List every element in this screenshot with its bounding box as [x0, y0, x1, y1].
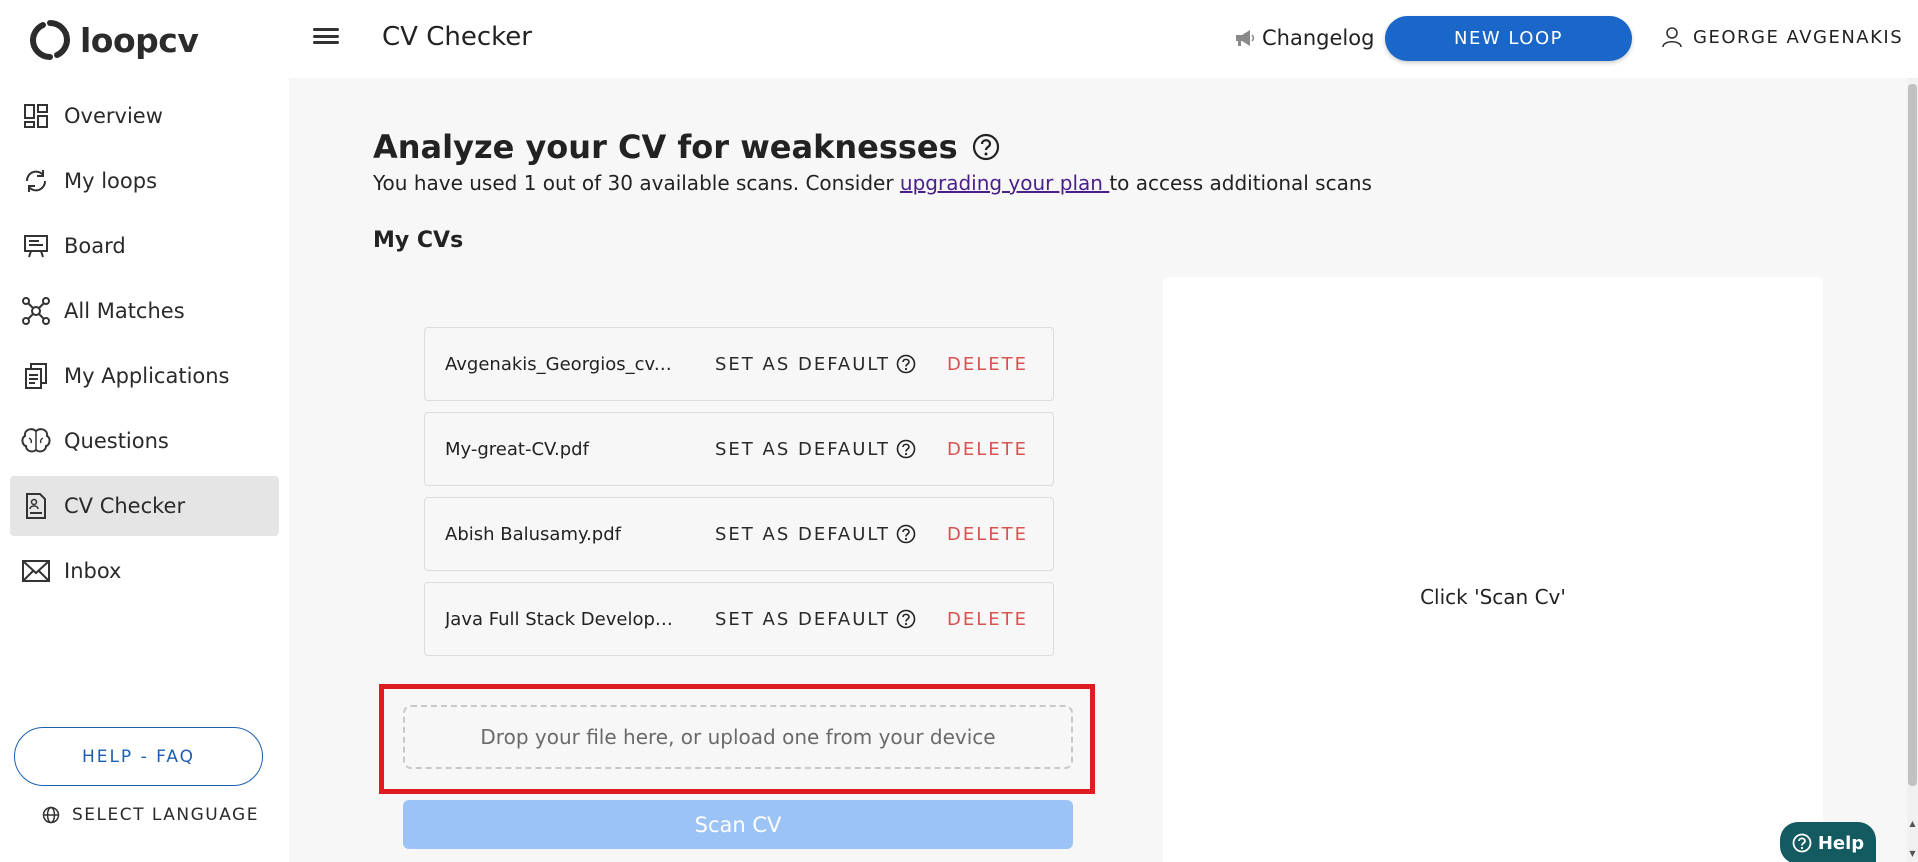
cv-file-name: Abish Balusamy.pdf [445, 523, 621, 545]
sidebar: loopcv Overview My loops Board All Match… [0, 0, 289, 862]
set-default-button[interactable]: SET AS DEFAULT [715, 354, 916, 375]
help-circle-icon [1792, 833, 1812, 853]
set-default-label: SET AS DEFAULT [715, 523, 890, 545]
cv-row[interactable]: Abish Balusamy.pdf SET AS DEFAULT DELETE [424, 497, 1054, 571]
sidebar-item-label: Board [64, 234, 126, 258]
sidebar-item-label: Overview [64, 104, 163, 128]
scroll-up-arrow-icon[interactable]: ▲ [1908, 818, 1917, 828]
sidebar-item-label: Inbox [64, 559, 122, 583]
scroll-down-arrow-icon[interactable]: ▼ [1908, 848, 1917, 858]
cv-file-name: Java Full Stack Developer Resume.pdf [445, 608, 675, 630]
cv-file-name: My-great-CV.pdf [445, 438, 589, 460]
cv-file-name: Avgenakis_Georgios_cv.pdf [445, 353, 675, 375]
sidebar-item-label: My loops [64, 169, 158, 193]
scan-cv-button[interactable]: Scan CV [403, 800, 1073, 849]
cv-document-icon [20, 490, 52, 522]
help-widget-label: Help [1817, 832, 1865, 854]
documents-icon [20, 360, 52, 392]
help-circle-icon[interactable] [972, 133, 1000, 161]
changelog-link[interactable]: Changelog [1234, 26, 1374, 50]
select-language-button[interactable]: SELECT LANGUAGE [42, 805, 259, 825]
upgrade-plan-link[interactable]: upgrading your plan [900, 171, 1109, 195]
set-default-button[interactable]: SET AS DEFAULT [715, 524, 916, 545]
page-heading: Analyze your CV for weaknesses [373, 128, 1000, 166]
user-name: GEORGE AVGENAKIS [1693, 26, 1904, 48]
top-header: CV Checker Changelog NEW LOOP GEORGE AVG… [289, 0, 1918, 78]
my-cvs-heading: My CVs [373, 228, 464, 253]
file-dropzone[interactable]: Drop your file here, or upload one from … [403, 705, 1073, 769]
help-circle-icon[interactable] [896, 354, 916, 374]
sidebar-nav: Overview My loops Board All Matches My A… [10, 86, 279, 606]
scan-usage-text: You have used 1 out of 30 available scan… [373, 171, 1372, 195]
scan-result-placeholder: Click 'Scan Cv' [1420, 585, 1566, 609]
logo-text: loopcv [80, 20, 199, 60]
sidebar-item-my-loops[interactable]: My loops [10, 151, 279, 211]
sidebar-item-label: All Matches [64, 299, 185, 323]
user-icon [1662, 27, 1682, 48]
network-icon [20, 295, 52, 327]
scrollbar-thumb[interactable] [1908, 84, 1917, 786]
sidebar-item-my-applications[interactable]: My Applications [10, 346, 279, 406]
megaphone-icon [1236, 30, 1255, 46]
refresh-icon [20, 165, 52, 197]
select-language-label: SELECT LANGUAGE [72, 805, 259, 825]
sidebar-item-label: Questions [64, 429, 169, 453]
scan-usage-suffix: to access additional scans [1109, 171, 1372, 195]
main-content: Analyze your CV for weaknesses You have … [289, 78, 1907, 862]
delete-button[interactable]: DELETE [947, 354, 1028, 375]
mail-icon [20, 555, 52, 587]
cv-row[interactable]: Java Full Stack Developer Resume.pdf SET… [424, 582, 1054, 656]
sidebar-item-inbox[interactable]: Inbox [10, 541, 279, 601]
set-default-button[interactable]: SET AS DEFAULT [715, 609, 916, 630]
menu-toggle-icon[interactable] [313, 24, 339, 48]
cv-row[interactable]: Avgenakis_Georgios_cv.pdf SET AS DEFAULT… [424, 327, 1054, 401]
help-widget-button[interactable]: Help [1780, 822, 1876, 862]
scan-usage-prefix: You have used 1 out of 30 available scan… [373, 171, 900, 195]
sidebar-item-label: CV Checker [64, 494, 186, 518]
set-default-label: SET AS DEFAULT [715, 353, 890, 375]
logo[interactable]: loopcv [28, 16, 199, 64]
globe-icon [42, 806, 60, 824]
set-default-button[interactable]: SET AS DEFAULT [715, 439, 916, 460]
help-circle-icon[interactable] [896, 609, 916, 629]
page-title: CV Checker [382, 22, 532, 52]
set-default-label: SET AS DEFAULT [715, 608, 890, 630]
new-loop-button[interactable]: NEW LOOP [1385, 16, 1632, 61]
page-heading-text: Analyze your CV for weaknesses [373, 128, 958, 166]
brain-icon [20, 425, 52, 457]
help-circle-icon[interactable] [896, 439, 916, 459]
help-circle-icon[interactable] [896, 524, 916, 544]
sidebar-item-label: My Applications [64, 364, 230, 388]
dashboard-icon [20, 100, 52, 132]
user-menu[interactable]: GEORGE AVGENAKIS [1661, 26, 1903, 48]
help-faq-button[interactable]: HELP - FAQ [14, 727, 263, 786]
delete-button[interactable]: DELETE [947, 439, 1028, 460]
sidebar-item-all-matches[interactable]: All Matches [10, 281, 279, 341]
changelog-label: Changelog [1262, 26, 1375, 50]
scan-result-panel: Click 'Scan Cv' [1163, 277, 1823, 862]
board-icon [20, 230, 52, 262]
page-scrollbar[interactable]: ▲ ▼ [1907, 78, 1918, 862]
delete-button[interactable]: DELETE [947, 524, 1028, 545]
set-default-label: SET AS DEFAULT [715, 438, 890, 460]
sidebar-item-questions[interactable]: Questions [10, 411, 279, 471]
sidebar-item-cv-checker[interactable]: CV Checker [10, 476, 279, 536]
sidebar-item-overview[interactable]: Overview [10, 86, 279, 146]
sidebar-item-board[interactable]: Board [10, 216, 279, 276]
cv-row[interactable]: My-great-CV.pdf SET AS DEFAULT DELETE [424, 412, 1054, 486]
delete-button[interactable]: DELETE [947, 609, 1028, 630]
loopcv-logo-icon [30, 20, 70, 60]
